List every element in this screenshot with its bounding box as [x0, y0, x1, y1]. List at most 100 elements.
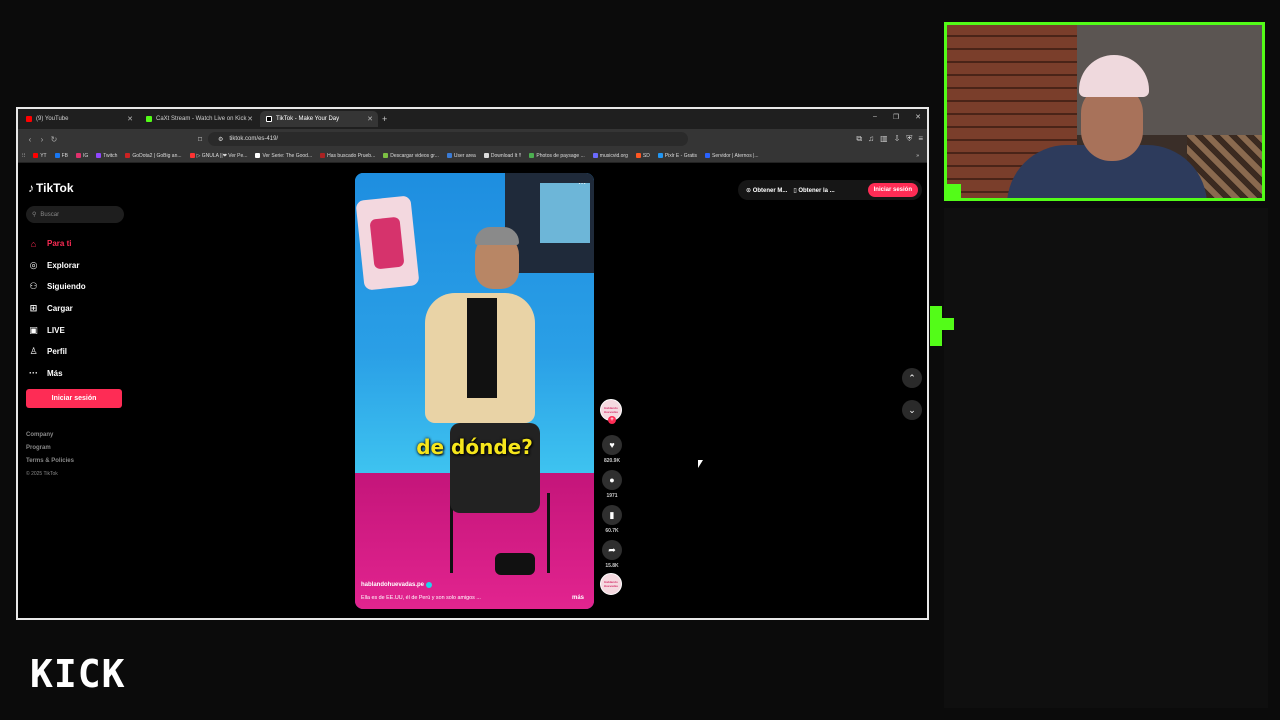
sidebar-icon[interactable]: ▥ — [880, 134, 888, 144]
sidebar-item-perfil[interactable]: ♙ Perfil — [28, 341, 86, 363]
bookmark-item[interactable]: Twitch — [96, 153, 117, 159]
bookmark-item[interactable]: Download It !! — [483, 153, 521, 159]
window-controls: – ❐ ✕ — [873, 113, 921, 121]
video-options-icon[interactable]: ⋯ — [578, 179, 586, 188]
avatar-text: Hablando Huevadas — [603, 406, 619, 414]
bookmark-page-icon[interactable]: ⌑ — [194, 135, 206, 144]
sidebar-item-para-ti[interactable]: ⌂ Para ti — [28, 233, 86, 255]
sidebar-item-label: Perfil — [47, 347, 68, 357]
bookmark-item[interactable]: ▷ GNULA ||❤ Ver Pe... — [189, 153, 247, 159]
bookmark-label: Ver Serie: The Good... — [262, 152, 313, 159]
gnula-icon — [189, 153, 195, 158]
close-window-icon[interactable]: ✕ — [915, 113, 921, 121]
bookmark-item[interactable]: Servidor | Aternos |... — [705, 153, 759, 159]
footer-link-terms[interactable]: Terms & Policies — [26, 455, 74, 468]
video-more-link[interactable]: más — [572, 595, 584, 601]
following-icon: ⚇ — [29, 281, 38, 292]
share-action[interactable]: ➦ 15.8K — [600, 540, 624, 573]
bookmark-label: Servidor | Aternos |... — [712, 152, 759, 159]
download-video-icon — [383, 153, 389, 158]
bookmark-item[interactable]: YT — [33, 153, 47, 159]
sidebar-item-explorar[interactable]: ◎ Explorar — [28, 255, 86, 277]
bookmark-item[interactable]: musicvid.org — [592, 153, 628, 159]
shield-icon[interactable]: ⛨ — [906, 134, 912, 144]
save-action[interactable]: ▮ 60.7K — [600, 505, 624, 538]
sidebar-item-mas[interactable]: ··· Más — [28, 363, 86, 385]
like-action[interactable]: ♥ 820.9K — [600, 435, 624, 468]
next-video-icon[interactable]: ⌄ — [902, 400, 922, 420]
bookmark-item[interactable]: Photos de paysage ... — [529, 153, 585, 159]
webcam-corner-accent — [947, 184, 961, 198]
video-person-shirt — [467, 298, 497, 398]
menu-icon[interactable]: ≡ — [918, 134, 923, 144]
more-bookmarks-icon[interactable]: » — [916, 153, 919, 159]
bookmark-item[interactable]: SD — [635, 153, 650, 159]
bookmark-item[interactable]: Ver Serie: The Good... — [255, 153, 312, 159]
search-input[interactable]: ⚲ Buscar — [26, 206, 124, 223]
footer-links: Company Program Terms & Policies © 2025 … — [26, 429, 74, 481]
bookmark-item[interactable]: Descargar videos gr... — [383, 153, 439, 159]
follow-plus-icon[interactable]: + — [608, 416, 616, 424]
extensions-icon[interactable]: ⧉ — [856, 134, 862, 144]
bookmark-item[interactable]: GoDota2 | GoBig an... — [125, 153, 182, 159]
close-tab-icon[interactable]: ✕ — [367, 115, 373, 123]
video-neon-sign — [355, 195, 420, 291]
bookmark-item[interactable]: User area — [446, 153, 476, 159]
user-area-icon — [446, 153, 452, 158]
bookmark-item[interactable]: Pixlr E - Gratis — [657, 153, 697, 159]
music-icon[interactable]: ♫ — [868, 134, 874, 144]
close-tab-icon[interactable]: ✕ — [127, 115, 133, 123]
sound-disc-avatar[interactable]: Hablando Huevadas — [600, 573, 622, 595]
forward-icon[interactable]: › — [36, 135, 48, 144]
comment-icon: ● — [602, 470, 622, 490]
header-login-button[interactable]: Iniciar sesión — [867, 183, 918, 197]
sidebar-item-label: LIVE — [47, 325, 65, 335]
maximize-icon[interactable]: ❐ — [893, 113, 899, 121]
minimize-icon[interactable]: – — [873, 113, 877, 121]
site-info-icon[interactable]: ⚙ — [218, 136, 223, 143]
sidebar-item-label: Más — [47, 368, 63, 378]
footer-link-company[interactable]: Company — [26, 429, 74, 442]
tab-youtube[interactable]: (9) YouTube ✕ — [20, 111, 138, 127]
tab-kick[interactable]: CaXt Stream - Watch Live on Kick ✕ — [140, 111, 258, 127]
bookmark-label: FB — [61, 152, 68, 159]
previous-video-icon[interactable]: ⌃ — [902, 368, 922, 388]
download-icon — [483, 153, 489, 158]
bookmark-item[interactable]: Has buscado Prueb... — [320, 153, 375, 159]
back-icon[interactable]: ‹ — [24, 135, 36, 144]
new-tab-icon[interactable]: + — [382, 114, 387, 124]
top-right-bar: ⊙ Obtener M... ▯ Obtener la ... Iniciar … — [738, 180, 922, 200]
sidebar-item-siguiendo[interactable]: ⚇ Siguiendo — [28, 276, 85, 298]
get-desktop-app[interactable]: ⊙ Obtener M... — [746, 187, 787, 194]
bookmark-label: Has buscado Prueb... — [327, 152, 376, 159]
tab-tiktok[interactable]: TikTok - Make Your Day ✕ — [260, 111, 378, 127]
share-count: 15.8K — [605, 563, 619, 569]
video-player[interactable]: ⋯ de dónde? hablandohuevadas.pe Ella es … — [355, 173, 594, 609]
address-bar-row: ‹ › ↻ ⌑ ⚙ tiktok.com/es-419/ ⧉ ♫ ▥ ⇩ ⛨ ≡ — [18, 129, 927, 149]
mouse-cursor-icon — [698, 460, 707, 468]
tiktok-logo[interactable]: ♪ TikTok — [28, 181, 74, 195]
close-tab-icon[interactable]: ✕ — [247, 115, 253, 123]
video-username[interactable]: hablandohuevadas.pe — [361, 582, 433, 588]
comment-action[interactable]: ● 1971 — [600, 470, 624, 503]
bookmark-label: IG — [82, 152, 89, 159]
bookmark-item[interactable]: IG — [75, 152, 89, 159]
url-field[interactable]: ⚙ tiktok.com/es-419/ — [208, 132, 688, 146]
verified-icon — [426, 582, 433, 588]
login-button[interactable]: Iniciar sesión — [26, 389, 122, 408]
live-icon: ▣ — [29, 324, 38, 335]
apps-icon[interactable]: ⁝⁝ — [22, 153, 25, 159]
get-mobile-app[interactable]: ▯ Obtener la ... — [793, 187, 834, 194]
extension-icons: ⧉ ♫ ▥ ⇩ ⛨ ≡ — [856, 134, 923, 144]
tab-label: (9) YouTube — [36, 116, 69, 122]
reload-icon[interactable]: ↻ — [48, 135, 60, 144]
video-actions: Hablando Huevadas + ♥ 820.9K ● 1971 ▮ 60… — [600, 399, 624, 595]
sidebar-item-live[interactable]: ▣ LIVE — [28, 319, 86, 341]
creator-avatar[interactable]: Hablando Huevadas + — [600, 399, 622, 424]
bookmark-item[interactable]: FB — [54, 152, 68, 159]
footer-link-program[interactable]: Program — [26, 442, 74, 455]
downloads-icon[interactable]: ⇩ — [894, 134, 901, 144]
sidebar-item-cargar[interactable]: ⊞ Cargar — [28, 298, 86, 320]
webcam-feed — [944, 22, 1265, 201]
search-icon: ⚲ — [32, 212, 37, 218]
